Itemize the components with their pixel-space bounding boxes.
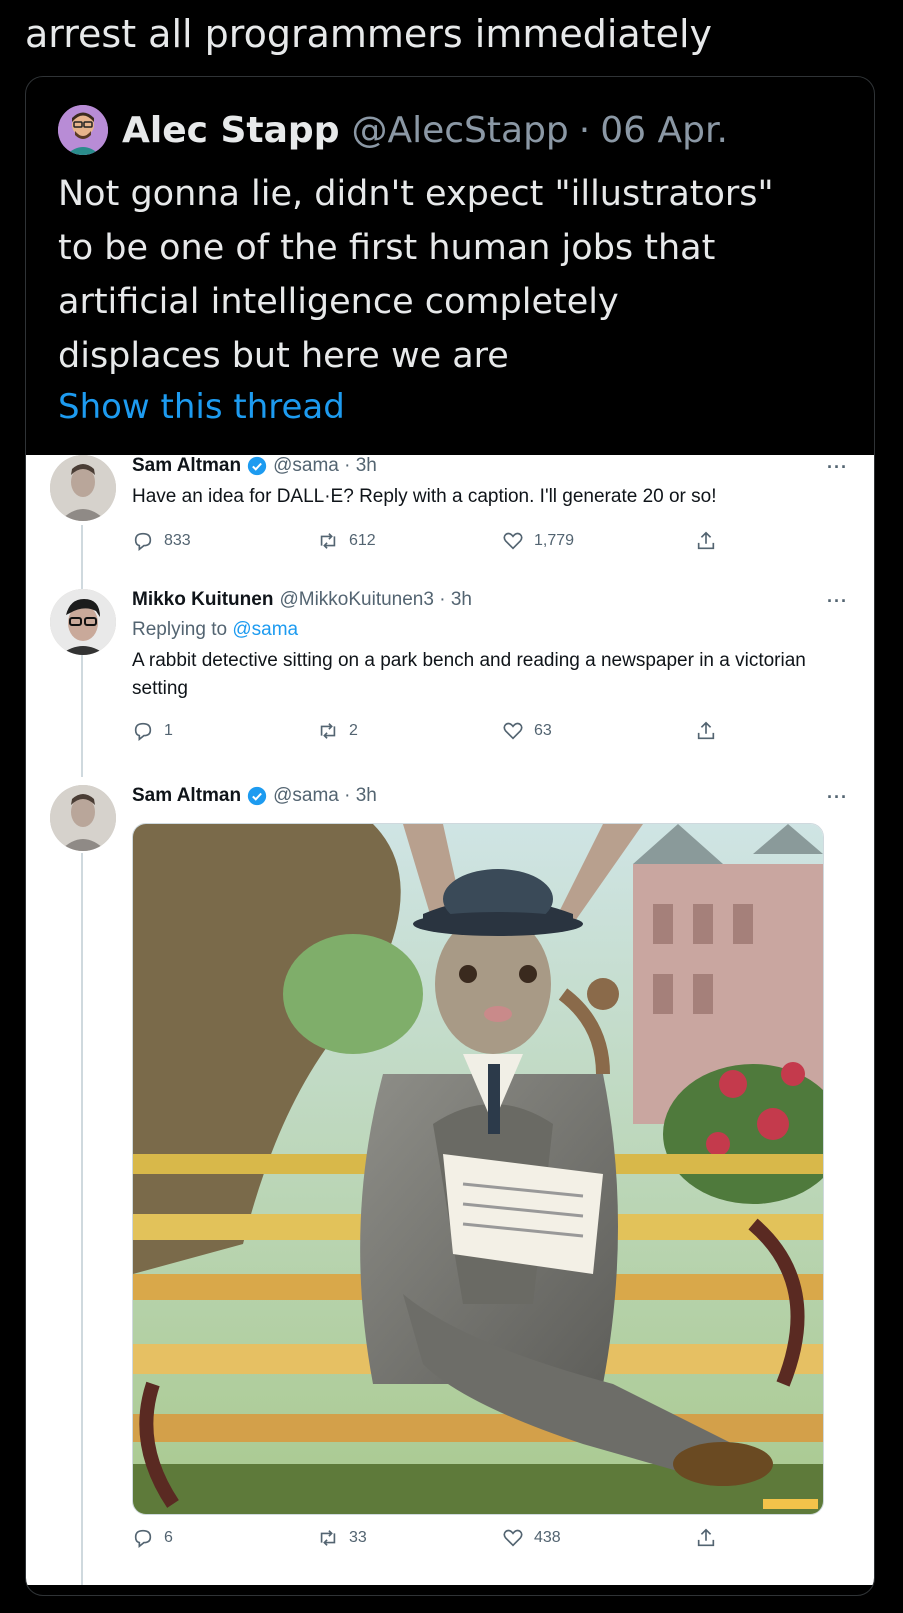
share-icon xyxy=(697,531,715,550)
thread-line xyxy=(81,853,83,1585)
quoted-tweet-header: Alec Stapp @AlecStapp · 06 Apr. xyxy=(58,105,728,155)
body-line: displaces but here we are xyxy=(58,336,509,376)
tweet-text: A rabbit detective sitting on a park ben… xyxy=(132,650,806,699)
author-name[interactable]: Mikko Kuitunen xyxy=(132,589,273,611)
reply-icon xyxy=(134,532,152,551)
tweet-meta[interactable]: @sama · 3h xyxy=(273,785,377,807)
avatar[interactable] xyxy=(50,785,116,851)
embedded-screenshot: Sam Altman @sama · 3h ··· Have an idea f… xyxy=(26,455,874,1585)
author-name[interactable]: Sam Altman xyxy=(132,785,241,807)
reply-count: 833 xyxy=(164,532,191,549)
more-options-button[interactable]: ··· xyxy=(827,787,848,808)
show-thread-link[interactable]: Show this thread xyxy=(58,387,345,427)
quoted-tweet-card[interactable]: Alec Stapp @AlecStapp · 06 Apr. Not gonn… xyxy=(25,76,875,1596)
author-name[interactable]: Alec Stapp xyxy=(122,110,339,151)
tweet-header: Mikko Kuitunen @MikkoKuitunen3 · 3h xyxy=(132,589,472,611)
retweet-icon xyxy=(320,1530,336,1546)
share-icon xyxy=(697,721,715,740)
tweet-actions: 833 612 1,779 xyxy=(132,530,722,558)
reply-icon xyxy=(134,1529,152,1548)
reply-button[interactable]: 1 xyxy=(132,720,173,742)
author-name[interactable]: Sam Altman xyxy=(132,455,241,477)
tweet-meta[interactable]: @sama · 3h xyxy=(273,455,377,477)
tweet-header: Sam Altman @sama · 3h xyxy=(132,785,377,807)
replying-to: Replying to @sama xyxy=(132,619,298,641)
author-handle[interactable]: @AlecStapp xyxy=(351,110,568,151)
tweet-date[interactable]: 06 Apr. xyxy=(600,110,728,151)
mention-link[interactable]: @sama xyxy=(232,619,298,640)
retweet-button[interactable]: 2 xyxy=(317,720,358,742)
share-button[interactable] xyxy=(695,530,727,552)
reply-count: 6 xyxy=(164,1529,173,1546)
body-line: artificial intelligence completely xyxy=(58,282,619,322)
body-line: to be one of the first human jobs that xyxy=(58,228,716,268)
share-icon xyxy=(697,1528,715,1547)
avatar[interactable] xyxy=(50,455,116,521)
verified-badge-icon xyxy=(247,786,267,806)
heart-icon xyxy=(503,722,523,740)
verified-badge-icon xyxy=(247,456,267,476)
tweet-actions: 6 33 438 xyxy=(132,1527,722,1555)
replying-to-label: Replying to xyxy=(132,619,228,640)
like-count: 63 xyxy=(534,722,552,739)
retweet-icon xyxy=(320,723,336,739)
avatar[interactable] xyxy=(50,589,116,655)
more-options-button[interactable]: ··· xyxy=(827,591,848,612)
like-button[interactable]: 1,779 xyxy=(502,530,574,552)
heart-icon xyxy=(503,532,523,550)
retweet-icon xyxy=(320,533,336,549)
like-count: 438 xyxy=(534,1529,561,1546)
tweet-meta[interactable]: @MikkoKuitunen3 · 3h xyxy=(279,589,472,611)
reply-icon xyxy=(134,722,152,741)
tweet-header: Sam Altman @sama · 3h xyxy=(132,455,377,477)
post-text: arrest all programmers immediately xyxy=(25,12,713,56)
tweet-actions: 1 2 63 xyxy=(132,720,722,748)
heart-icon xyxy=(503,1529,523,1547)
separator: · xyxy=(578,109,591,151)
like-count: 1,779 xyxy=(534,532,575,549)
generated-image[interactable] xyxy=(132,823,824,1515)
like-button[interactable]: 63 xyxy=(502,720,552,742)
retweet-count: 2 xyxy=(349,722,358,739)
share-button[interactable] xyxy=(695,1527,727,1549)
reply-button[interactable]: 833 xyxy=(132,530,191,552)
body-line: Not gonna lie, didn't expect "illustrato… xyxy=(58,174,774,214)
retweet-count: 33 xyxy=(349,1529,367,1546)
retweet-button[interactable]: 33 xyxy=(317,1527,367,1549)
reply-count: 1 xyxy=(164,722,173,739)
retweet-count: 612 xyxy=(349,532,376,549)
retweet-button[interactable]: 612 xyxy=(317,530,376,552)
reply-button[interactable]: 6 xyxy=(132,1527,173,1549)
share-button[interactable] xyxy=(695,720,727,742)
tweet-text: Have an idea for DALL·E? Reply with a ca… xyxy=(132,486,717,507)
avatar[interactable] xyxy=(58,105,108,155)
more-options-button[interactable]: ··· xyxy=(827,457,848,478)
like-button[interactable]: 438 xyxy=(502,1527,561,1549)
quoted-tweet-body: Not gonna lie, didn't expect "illustrato… xyxy=(58,167,838,383)
